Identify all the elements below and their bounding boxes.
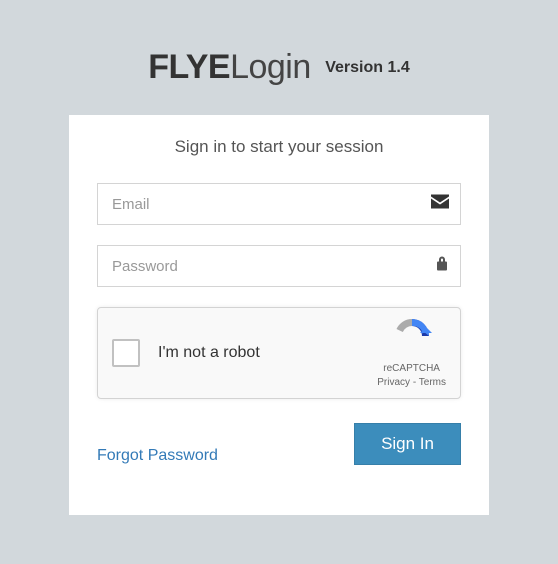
recaptcha-name: reCAPTCHA [377, 362, 446, 376]
password-field[interactable] [97, 245, 461, 287]
recaptcha-checkbox[interactable] [112, 339, 140, 367]
version-label: Version 1.4 [325, 59, 410, 76]
recaptcha-label: I'm not a robot [158, 344, 377, 362]
login-subtitle: Sign in to start your session [97, 137, 461, 157]
page-header: FLYELogin Version 1.4 [0, 0, 558, 115]
envelope-icon [431, 195, 449, 214]
email-field[interactable] [97, 183, 461, 225]
lock-icon [435, 256, 449, 277]
recaptcha-branding: reCAPTCHA Privacy - Terms [377, 317, 446, 390]
brand-title: FLYELogin [148, 48, 310, 86]
login-panel: Sign in to start your session I'm not a … [69, 115, 489, 515]
password-group [97, 245, 461, 287]
email-group [97, 183, 461, 225]
recaptcha-terms-link[interactable]: Terms [419, 377, 446, 388]
recaptcha-widget: I'm not a robot reCAPTCHA Privacy - Term… [97, 307, 461, 399]
brand-light: Login [230, 48, 311, 86]
recaptcha-icon [392, 317, 432, 355]
signin-button[interactable]: Sign In [354, 423, 461, 465]
forgot-password-link[interactable]: Forgot Password [97, 447, 218, 464]
recaptcha-privacy-link[interactable]: Privacy [377, 377, 410, 388]
brand-bold: FLYE [148, 48, 230, 86]
login-footer: Forgot Password Sign In [97, 429, 461, 465]
